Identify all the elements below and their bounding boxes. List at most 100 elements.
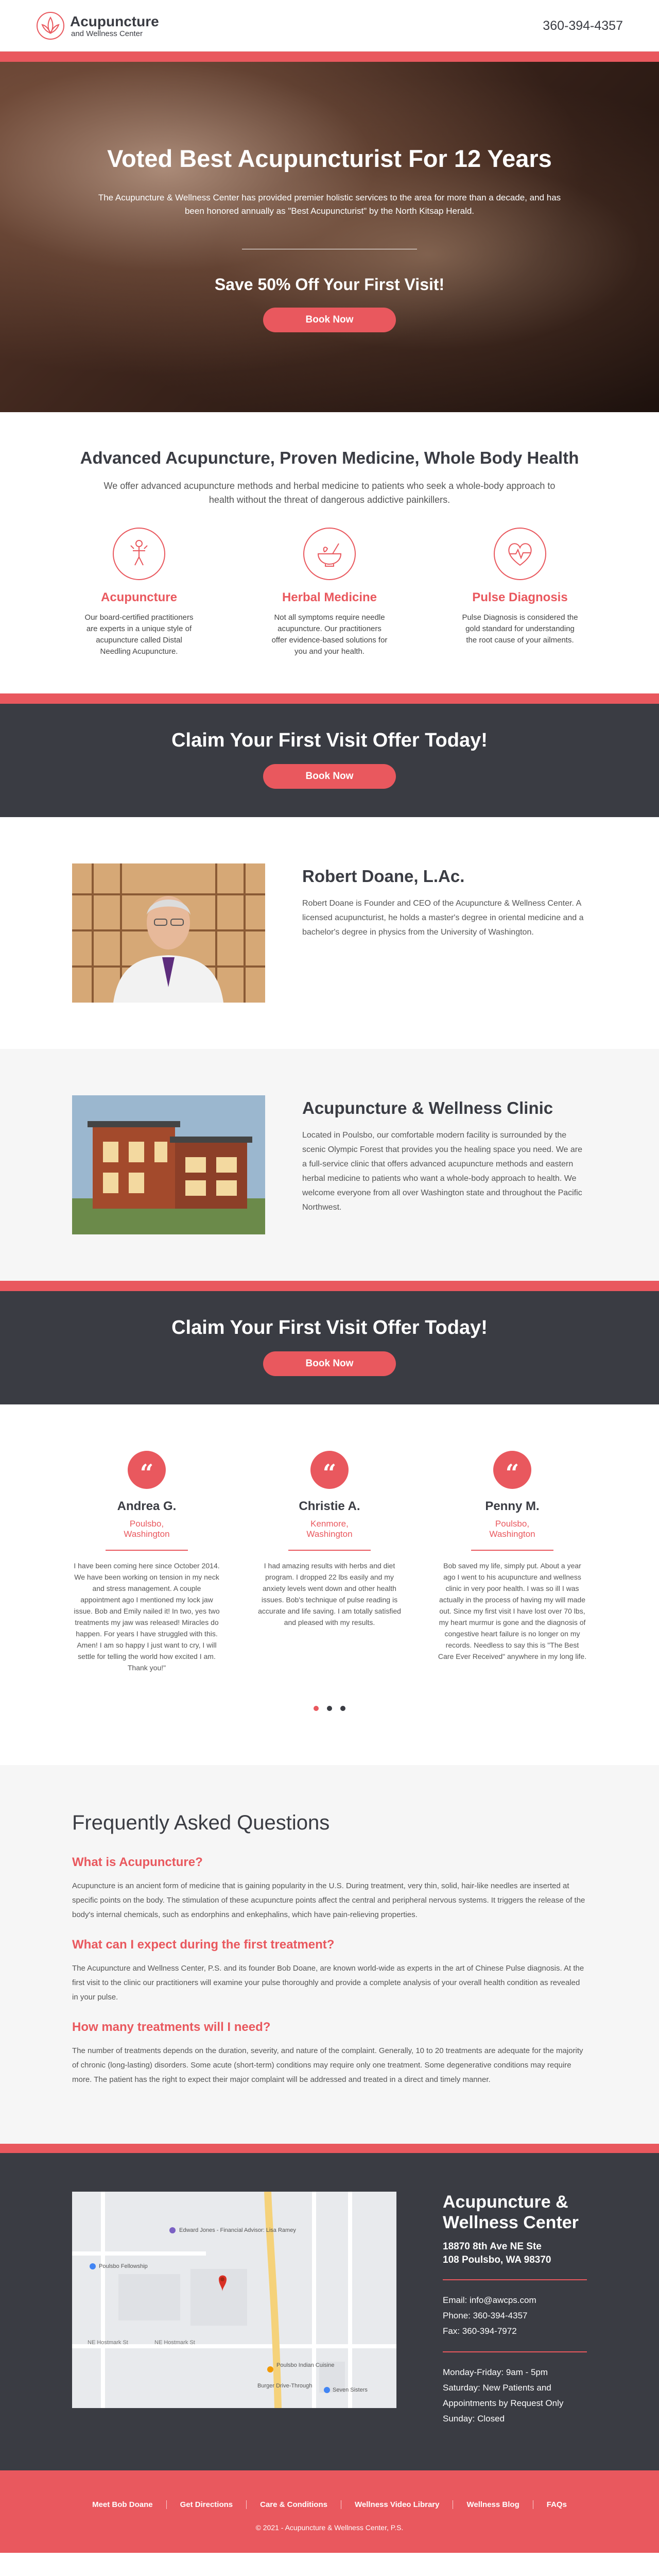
testimonial: “ Andrea G. Poulsbo, Washington I have b… [72, 1451, 221, 1673]
address-line-2: 108 Poulsbo, WA 98370 [443, 2255, 551, 2265]
faq-question: What can I expect during the first treat… [72, 1938, 335, 1952]
clinic-section: Acupuncture & Wellness Clinic Located in… [0, 1049, 659, 1281]
footer-info: Edward Jones - Financial Advisor: Lisa R… [0, 2153, 659, 2470]
location-map[interactable]: Edward Jones - Financial Advisor: Lisa R… [72, 2192, 396, 2408]
faq-answer: The number of treatments depends on the … [72, 2046, 583, 2084]
hero-offer: Save 50% Off Your First Visit! [214, 275, 445, 294]
feature-text: Pulse Diagnosis is considered the gold s… [462, 613, 578, 645]
testimonial-location: Kenmore, Washington [288, 1519, 371, 1551]
footer-link-directions[interactable]: Get Directions [167, 2500, 247, 2509]
doctor-bio: Robert Doane is Founder and CEO of the A… [302, 899, 584, 937]
footer-link-blog[interactable]: Wellness Blog [453, 2500, 533, 2509]
testimonial-location: Poulsbo, Washington [471, 1519, 553, 1551]
testimonial-name: Andrea G. [117, 1499, 177, 1513]
feature-title: Herbal Medicine [282, 590, 377, 604]
copyright: © 2021 - Acupuncture & Wellness Center, … [255, 2523, 404, 2532]
feature-text: Our board-certified practitioners are ex… [84, 613, 194, 656]
feature-text: Not all symptoms require needle acupunct… [271, 613, 388, 656]
hero: Voted Best Acupuncturist For 12 Years Th… [0, 62, 659, 412]
testimonial: “ Christie A. Kenmore, Washington I had … [255, 1451, 404, 1673]
clinic-photo [72, 1095, 265, 1234]
footer-link-meet-bob[interactable]: Meet Bob Doane [79, 2500, 167, 2509]
hero-title: Voted Best Acupuncturist For 12 Years [107, 145, 552, 172]
footer-phone[interactable]: Phone: 360-394-4357 [443, 2308, 587, 2324]
footer-link-faqs[interactable]: FAQs [533, 2500, 580, 2509]
footer-email[interactable]: Email: info@awcps.com [443, 2293, 587, 2308]
pulse-icon [494, 528, 546, 580]
quote-icon: “ [493, 1451, 531, 1489]
testimonial-text: I had amazing results with herbs and die… [258, 1562, 401, 1626]
footer-link-video-library[interactable]: Wellness Video Library [341, 2500, 454, 2509]
map-label: NE Hostmark St [88, 2340, 128, 2346]
features-title: Advanced Acupuncture, Proven Medicine, W… [80, 448, 579, 467]
doctor-photo [72, 863, 265, 1003]
faq-section: Frequently Asked Questions What is Acupu… [0, 1765, 659, 2153]
map-label: Edward Jones - Financial Advisor: Lisa R… [179, 2227, 296, 2233]
header-phone[interactable]: 360-394-4357 [543, 19, 623, 33]
map-label: Seven Sisters [333, 2387, 368, 2393]
logo-subtitle: and Wellness Center [71, 29, 143, 38]
claim-offer-banner: Claim Your First Visit Offer Today! Book… [0, 704, 659, 817]
accent-bar [0, 1281, 659, 1291]
testimonial-name: Christie A. [299, 1499, 360, 1513]
site-header: Acupuncture and Wellness Center 360-394-… [0, 0, 659, 52]
carousel-dots [0, 1704, 659, 1714]
testimonials-section: “ Andrea G. Poulsbo, Washington I have b… [0, 1404, 659, 1765]
features-lead: We offer advanced acupuncture methods an… [103, 481, 556, 505]
testimonial-text: I have been coming here since October 20… [74, 1562, 220, 1672]
doctor-section: Robert Doane, L.Ac. Robert Doane is Foun… [0, 817, 659, 1049]
clinic-description: Located in Poulsbo, our comfortable mode… [302, 1131, 582, 1212]
faq-question: How many treatments will I need? [72, 2020, 271, 2034]
carousel-dot[interactable] [340, 1706, 346, 1711]
map-label: NE Hostmark St [154, 2340, 195, 2346]
hours-sunday: Sunday: Closed [443, 2414, 505, 2424]
hours-saturday: Saturday: New Patients and Appointments … [443, 2383, 564, 2408]
hero-text: The Acupuncture & Wellness Center has pr… [98, 193, 561, 216]
lotus-logo-icon [37, 12, 64, 40]
quote-icon: “ [128, 1451, 166, 1489]
map-label: Poulsbo Fellowship [99, 2263, 148, 2269]
carousel-dot[interactable] [313, 1706, 319, 1711]
clinic-name: Acupuncture & Wellness Clinic [302, 1098, 553, 1117]
doctor-name: Robert Doane, L.Ac. [302, 867, 465, 886]
map-label: Burger Drive-Through [257, 2383, 312, 2389]
accent-bar [0, 52, 659, 62]
claim-book-now-button[interactable]: Book Now [263, 764, 396, 789]
footer-hours: Monday-Friday: 9am - 5pm Saturday: New P… [443, 2365, 587, 2427]
feature-pulse-diagnosis: Pulse Diagnosis Pulse Diagnosis is consi… [453, 528, 587, 657]
footer-fax: Fax: 360-394-7972 [443, 2326, 517, 2336]
faq-answer: Acupuncture is an ancient form of medici… [72, 1882, 585, 1919]
logo-title: Acupuncture [70, 13, 159, 29]
claim-title: Claim Your First Visit Offer Today! [171, 1317, 488, 1338]
feature-acupuncture: Acupuncture Our board-certified practiti… [72, 528, 206, 657]
claim-book-now-button[interactable]: Book Now [263, 1351, 396, 1376]
acupuncture-icon [113, 528, 165, 580]
faq-question: What is Acupuncture? [72, 1855, 203, 1869]
logo[interactable]: Acupuncture and Wellness Center [36, 11, 159, 40]
faq-title: Frequently Asked Questions [72, 1811, 330, 1834]
testimonial-text: Bob saved my life, simply put. About a y… [438, 1562, 587, 1660]
testimonial-location: Poulsbo, Washington [106, 1519, 188, 1551]
footer-business-name: Acupuncture & Wellness Center [443, 2192, 579, 2232]
carousel-dot[interactable] [327, 1706, 332, 1711]
claim-title: Claim Your First Visit Offer Today! [171, 730, 488, 751]
herbal-bowl-icon [303, 528, 356, 580]
map-label: Poulsbo Indian Cuisine [276, 2362, 335, 2368]
hero-book-now-button[interactable]: Book Now [263, 308, 396, 332]
footer-nav: Meet Bob Doane Get Directions Care & Con… [0, 2470, 659, 2553]
claim-offer-banner: Claim Your First Visit Offer Today! Book… [0, 1291, 659, 1404]
hours-weekday: Monday-Friday: 9am - 5pm [443, 2367, 548, 2377]
feature-title: Pulse Diagnosis [472, 590, 568, 604]
footer-link-care-conditions[interactable]: Care & Conditions [247, 2500, 341, 2509]
address-line-1: 18870 8th Ave NE Ste [443, 2241, 542, 2252]
feature-title: Acupuncture [100, 590, 177, 604]
testimonial: “ Penny M. Poulsbo, Washington Bob saved… [438, 1451, 587, 1673]
testimonial-name: Penny M. [485, 1499, 540, 1513]
footer-address: 18870 8th Ave NE Ste 108 Poulsbo, WA 983… [443, 2240, 587, 2280]
features-section: Advanced Acupuncture, Proven Medicine, W… [0, 412, 659, 693]
faq-answer: The Acupuncture and Wellness Center, P.S… [72, 1964, 584, 2002]
footer-contact: Email: info@awcps.com Phone: 360-394-435… [443, 2293, 587, 2352]
accent-bar [0, 693, 659, 704]
feature-herbal-medicine: Herbal Medicine Not all symptoms require… [263, 528, 396, 657]
quote-icon: “ [310, 1451, 349, 1489]
